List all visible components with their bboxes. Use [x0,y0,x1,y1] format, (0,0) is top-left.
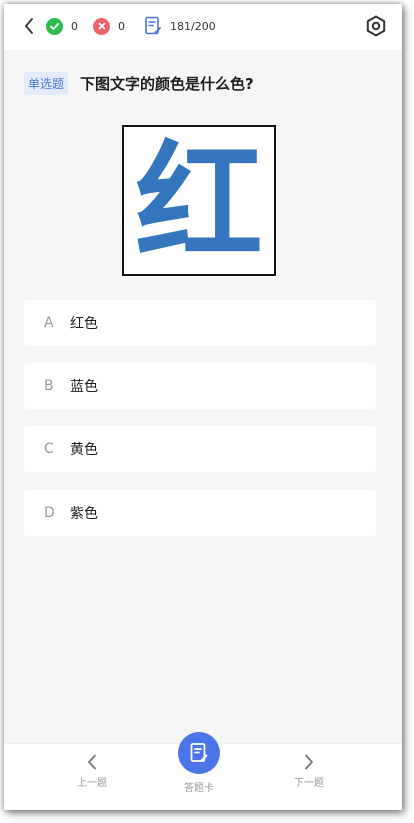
option-c[interactable]: C 黄色 [24,426,376,472]
prev-question-label: 上一题 [77,778,107,789]
question-type-badge: 单选题 [24,72,69,95]
chevron-right-icon [305,754,313,770]
question-text: 下图文字的颜色是什么色? [80,75,254,93]
prev-question-button[interactable]: 上一题 [62,754,122,794]
question-progress: 181/200 [144,15,216,37]
question-image-text: 红 [135,129,263,274]
correct-count-value: 0 [71,19,78,33]
question-image-char: 红 [135,129,263,274]
settings-button[interactable] [364,14,388,38]
wrong-count: 0 [93,15,125,37]
next-question-button[interactable]: 下一题 [279,754,339,794]
answer-card-button[interactable]: 答题卡 [159,732,239,802]
top-bar: 0 0 181/200 [4,4,402,50]
bottom-nav: 上一题 答题卡 下一题 [4,732,402,810]
settings-icon [366,15,386,37]
option-a[interactable]: A 红色 [24,300,376,346]
answer-card-label: 答题卡 [184,783,214,794]
option-text: 黄色 [70,442,98,458]
question-header: 单选题 下图文字的颜色是什么色? [24,72,254,95]
correct-count: 0 [46,15,78,37]
option-letter: C [44,441,54,457]
chevron-left-icon [88,754,96,770]
check-icon [46,17,63,35]
option-d[interactable]: D 紫色 [24,490,376,536]
app-screen: 0 0 181/200 单选题 下图文字的颜色是什么色? 红 A 红色 B 蓝色… [4,4,402,810]
option-letter: D [44,505,55,521]
chevron-left-icon [25,18,33,34]
back-button[interactable] [22,17,36,35]
wrong-count-value: 0 [118,19,125,33]
option-text: 紫色 [70,506,98,522]
answer-sheet-icon [145,16,161,35]
option-text: 蓝色 [70,379,98,395]
progress-value: 181/200 [170,19,216,33]
answer-card-icon [190,743,208,762]
option-text: 红色 [70,316,98,332]
answer-card-circle [178,732,220,774]
cross-icon [93,17,110,35]
option-b[interactable]: B 蓝色 [24,363,376,409]
option-letter: B [44,378,54,394]
next-question-label: 下一题 [294,778,324,789]
question-image: 红 [122,125,276,276]
option-letter: A [44,315,54,331]
